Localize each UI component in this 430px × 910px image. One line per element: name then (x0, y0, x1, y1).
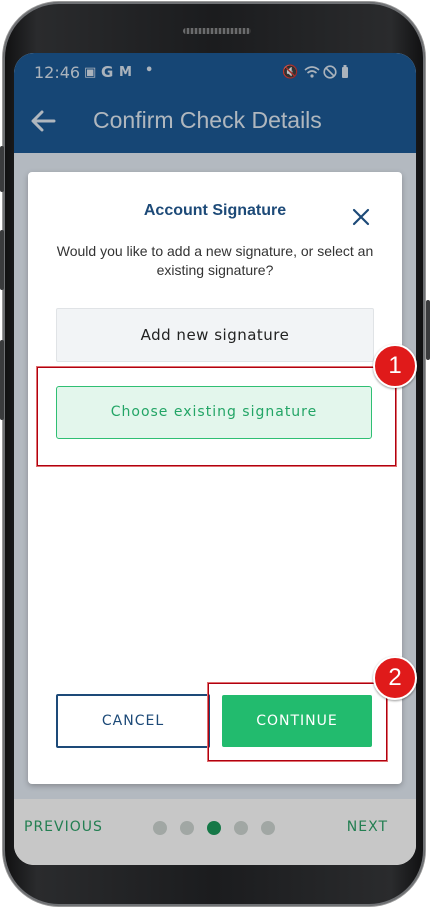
phone-side-button (0, 146, 4, 192)
dialog-title: Account Signature (143, 202, 287, 219)
phone-power-button (426, 300, 430, 360)
close-icon[interactable] (352, 208, 370, 226)
cancel-button[interactable]: CANCEL (56, 694, 210, 748)
phone-side-button (0, 340, 4, 420)
earpiece-speaker (183, 28, 251, 34)
annotation-highlight-choose-existing (37, 367, 396, 466)
annotation-badge-1: 1 (373, 344, 417, 388)
add-new-signature-button[interactable]: Add new signature (56, 308, 374, 362)
annotation-badge-2: 2 (373, 656, 417, 700)
dialog-message: Would you like to add a new signature, o… (56, 243, 374, 278)
phone-side-button (0, 230, 4, 290)
annotation-highlight-continue (208, 683, 387, 761)
